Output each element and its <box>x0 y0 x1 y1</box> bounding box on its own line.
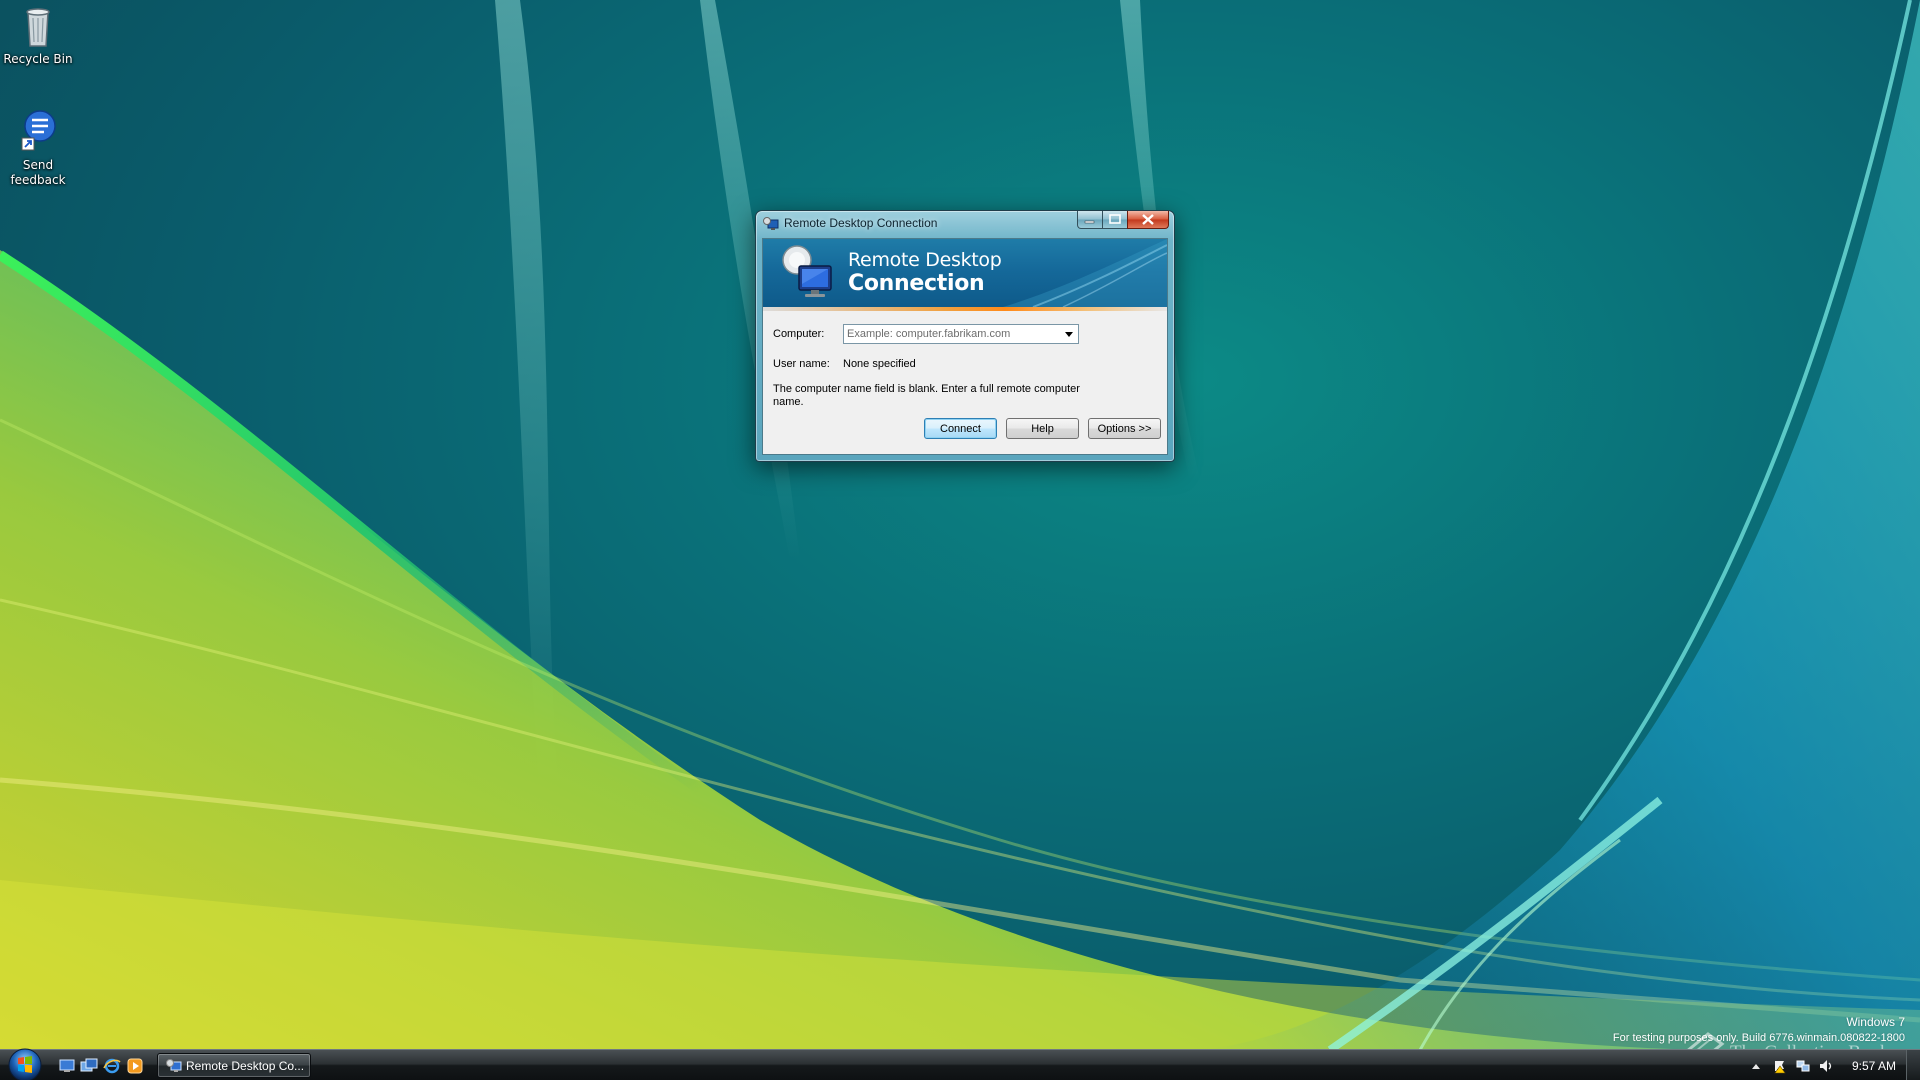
show-hidden-icons-icon[interactable] <box>1748 1058 1764 1074</box>
feedback-icon <box>21 110 56 151</box>
taskbar: Remote Desktop Co... 9:57 AM <box>0 1046 1920 1080</box>
banner-title-line1: Remote Desktop <box>848 249 1002 271</box>
computer-input[interactable] <box>844 325 1054 343</box>
wallpaper <box>0 0 1920 1054</box>
media-player-icon[interactable] <box>126 1057 144 1075</box>
desktop: Recycle Bin Send feedback Remote Desktop… <box>0 0 1920 1080</box>
show-desktop-quicklaunch-icon[interactable] <box>58 1057 76 1075</box>
maximize-button[interactable] <box>1102 211 1128 229</box>
remote-desktop-dialog: Remote Desktop Connection Remote Desktop… <box>755 210 1175 462</box>
taskbar-clock[interactable]: 9:57 AM <box>1852 1059 1896 1073</box>
options-button[interactable]: Options >> <box>1088 418 1161 439</box>
minimize-button[interactable] <box>1077 211 1103 229</box>
minimize-icon <box>1084 220 1095 224</box>
dialog-client-area: Remote Desktop Connection Computer: User… <box>762 238 1168 455</box>
banner-title-line2: Connection <box>848 271 985 296</box>
recycle-bin-icon <box>26 8 50 47</box>
remote-desktop-monitor-icon <box>782 245 832 297</box>
show-desktop-button[interactable] <box>1906 1050 1920 1080</box>
start-button[interactable] <box>6 1046 44 1080</box>
action-center-warning-icon[interactable] <box>1772 1058 1788 1074</box>
desktop-icon-label: Send feedback <box>10 158 66 187</box>
taskbar-button-remote-desktop[interactable]: Remote Desktop Co... <box>157 1053 311 1078</box>
dialog-banner: Remote Desktop Connection <box>763 239 1167 307</box>
remote-desktop-icon <box>166 1059 182 1072</box>
dialog-title: Remote Desktop Connection <box>784 216 938 230</box>
status-message: The computer name field is blank. Enter … <box>773 383 1080 408</box>
computer-combobox[interactable] <box>843 324 1079 344</box>
network-icon[interactable] <box>1795 1058 1811 1074</box>
username-value: None specified <box>843 358 916 370</box>
remote-desktop-icon <box>763 217 779 230</box>
watermark-os: Windows 7 <box>1846 1015 1905 1029</box>
connect-button[interactable]: Connect <box>924 418 997 439</box>
volume-icon[interactable] <box>1818 1058 1834 1074</box>
dropdown-arrow-icon[interactable] <box>1061 326 1077 342</box>
username-label: User name: <box>773 358 830 370</box>
taskbar-button-label: Remote Desktop Co... <box>186 1059 305 1073</box>
close-button[interactable] <box>1127 211 1169 229</box>
close-icon <box>1142 214 1154 225</box>
internet-explorer-icon[interactable] <box>103 1057 121 1075</box>
desktop-icon-send-feedback[interactable]: Send feedback <box>0 108 78 188</box>
maximize-icon <box>1109 214 1121 224</box>
help-button[interactable]: Help <box>1006 418 1079 439</box>
dialog-titlebar[interactable]: Remote Desktop Connection <box>756 211 1174 235</box>
banner-accent-stripe <box>763 307 1167 311</box>
desktop-icon-label: Recycle Bin <box>3 52 73 66</box>
switch-windows-icon[interactable] <box>80 1057 98 1075</box>
computer-label: Computer: <box>773 328 825 340</box>
desktop-icon-recycle-bin[interactable]: Recycle Bin <box>0 2 78 67</box>
